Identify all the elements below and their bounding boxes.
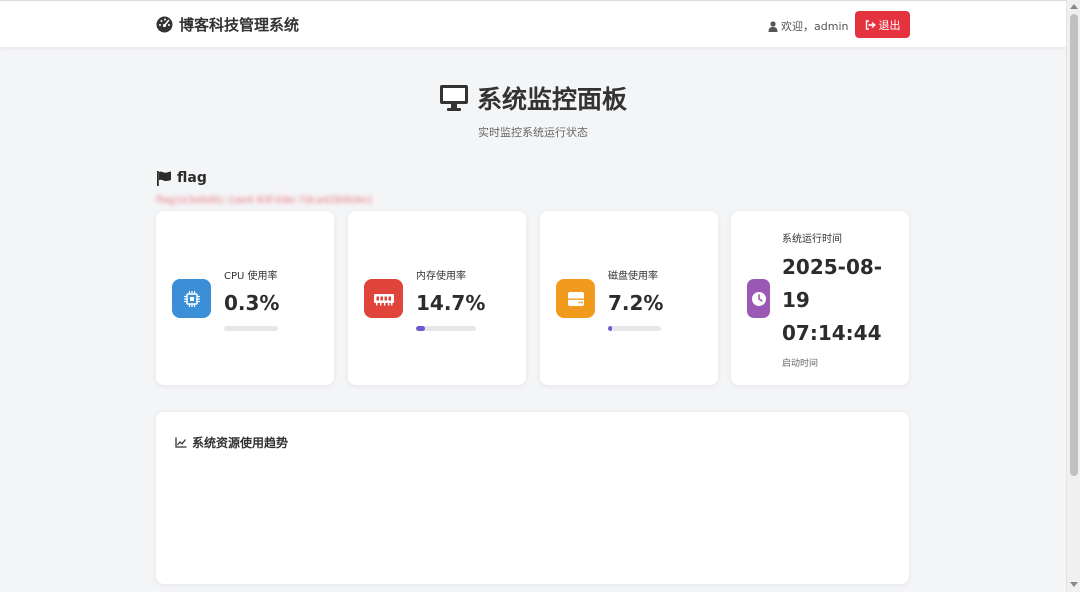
flag-value: flag{e3a9d0c-1ae4-93f-b9e-7dca4284b9e} bbox=[156, 195, 374, 206]
page-title: 系统监控面板 bbox=[0, 80, 1066, 116]
page-subtitle: 实时监控系统运行状态 bbox=[478, 126, 588, 139]
disk-usage-progress bbox=[608, 326, 661, 331]
memory-ram-icon bbox=[364, 279, 403, 318]
welcome-text: 欢迎，admin bbox=[781, 20, 849, 33]
resource-trend-heading: 系统资源使用趋势 bbox=[175, 434, 288, 451]
user-info: 欢迎，admin bbox=[768, 18, 848, 34]
flag-icon bbox=[156, 170, 172, 186]
disk-usage-card: 磁盘使用率 7.2% bbox=[540, 211, 718, 385]
user-icon bbox=[768, 20, 778, 32]
scroll-down-arrow-icon[interactable] bbox=[1070, 582, 1078, 587]
memory-usage-label: 内存使用率 bbox=[416, 271, 466, 282]
memory-usage-progress-fill bbox=[416, 326, 425, 331]
uptime-card: 系统运行时间 2025-08-19 07:14:44 启动时间 bbox=[731, 211, 909, 385]
memory-usage-value: 14.7% bbox=[416, 291, 486, 315]
page: 博客科技管理系统 欢迎，admin 退出 系统监控面板 实时监控系统运行状态 f… bbox=[0, 0, 1066, 592]
brand[interactable]: 博客科技管理系统 bbox=[156, 14, 299, 35]
resource-trend-title: 系统资源使用趋势 bbox=[192, 436, 289, 450]
flag-heading: flag bbox=[156, 170, 207, 186]
cpu-usage-progress bbox=[224, 326, 278, 331]
resource-trend-chart-area bbox=[175, 462, 890, 572]
line-chart-icon bbox=[175, 437, 187, 448]
cpu-chip-icon bbox=[172, 279, 211, 318]
cpu-usage-card: CPU 使用率 0.3% bbox=[156, 211, 334, 385]
page-title-text: 系统监控面板 bbox=[476, 85, 627, 114]
clock-icon bbox=[747, 279, 770, 318]
memory-usage-card: 内存使用率 14.7% bbox=[348, 211, 526, 385]
sign-out-icon bbox=[865, 19, 876, 30]
resource-trend-panel: 系统资源使用趋势 bbox=[156, 412, 909, 584]
cpu-usage-label: CPU 使用率 bbox=[224, 271, 278, 282]
vertical-scrollbar[interactable] bbox=[1066, 0, 1080, 592]
uptime-value: 2025-08-19 07:14:44 bbox=[782, 255, 883, 345]
uptime-label: 系统运行时间 bbox=[782, 234, 842, 245]
disk-usage-value: 7.2% bbox=[608, 291, 664, 315]
hard-drive-icon bbox=[556, 279, 595, 318]
disk-usage-progress-fill bbox=[608, 326, 612, 331]
logout-button[interactable]: 退出 bbox=[855, 11, 910, 38]
brand-title: 博客科技管理系统 bbox=[179, 16, 300, 34]
desktop-monitor-icon bbox=[439, 84, 469, 112]
memory-usage-progress bbox=[416, 326, 476, 331]
uptime-sub-label: 启动时间 bbox=[782, 359, 819, 369]
dashboard-gauge-icon bbox=[156, 16, 173, 33]
scrollbar-thumb[interactable] bbox=[1070, 14, 1078, 476]
logout-label: 退出 bbox=[878, 18, 901, 32]
cpu-usage-value: 0.3% bbox=[224, 291, 280, 315]
flag-label: flag bbox=[177, 170, 207, 186]
top-navbar: 博客科技管理系统 欢迎，admin 退出 bbox=[0, 0, 1066, 47]
disk-usage-label: 磁盘使用率 bbox=[608, 271, 658, 282]
scroll-up-arrow-icon[interactable] bbox=[1070, 4, 1078, 9]
